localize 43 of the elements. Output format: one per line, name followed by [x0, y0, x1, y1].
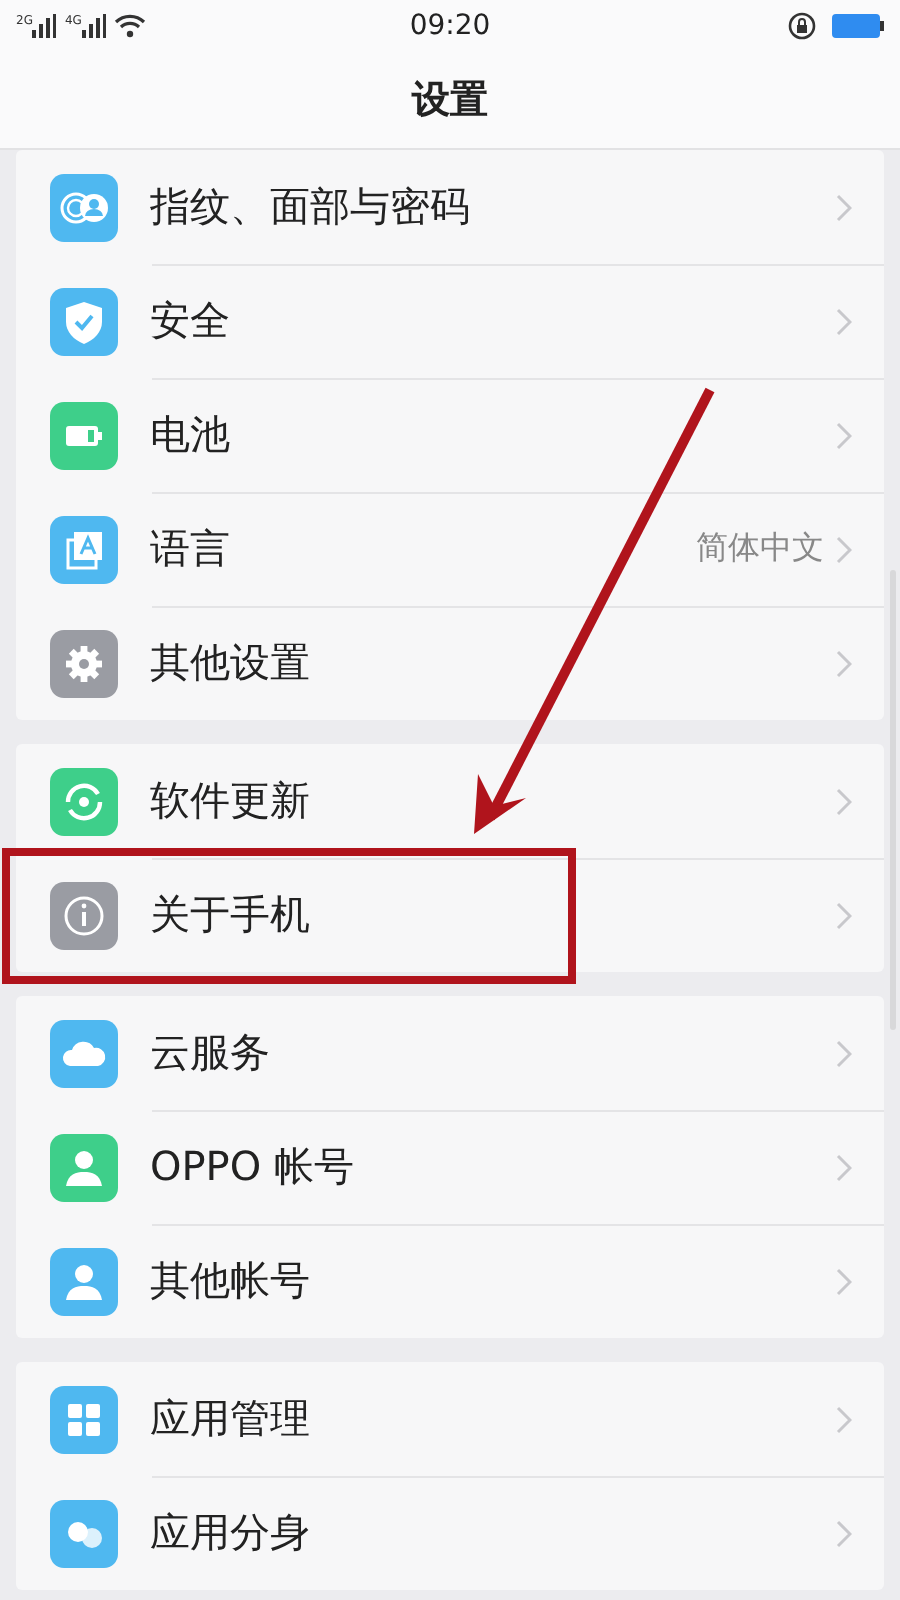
chevron-icon	[836, 307, 852, 335]
signal-icon	[81, 14, 106, 38]
settings-row[interactable]: 应用分身	[16, 1476, 884, 1590]
battery-icon	[831, 14, 884, 38]
chevron-icon	[836, 901, 852, 929]
signal-icon	[32, 14, 57, 38]
settings-row[interactable]: 语言 简体中文	[16, 492, 884, 606]
row-label: 电池	[150, 408, 232, 462]
row-label: 应用管理	[150, 1392, 312, 1446]
clock: 09:20	[409, 10, 491, 42]
settings-row[interactable]: 其他帐号	[16, 1224, 884, 1338]
settings-row[interactable]: 云服务	[16, 996, 884, 1110]
row-label: 语言	[150, 522, 232, 576]
row-label: 安全	[150, 294, 232, 348]
chevron-icon	[836, 1153, 852, 1181]
chevron-icon	[836, 421, 852, 449]
chevron-icon	[836, 193, 852, 221]
settings-row[interactable]: 电池	[16, 378, 884, 492]
row-label: 指纹、面部与密码	[150, 180, 472, 234]
chevron-icon	[836, 1405, 852, 1433]
chevron-icon	[836, 1039, 852, 1067]
rotation-lock-icon	[787, 12, 816, 40]
settings-row[interactable]: 应用管理	[16, 1362, 884, 1476]
chevron-icon	[836, 787, 852, 815]
chevron-icon	[836, 1267, 852, 1295]
settings-row[interactable]: OPPO 帐号	[16, 1110, 884, 1224]
wifi-icon	[113, 14, 146, 38]
chevron-icon	[836, 535, 852, 563]
chevron-icon	[836, 649, 852, 677]
settings-row[interactable]: 其他设置	[16, 606, 884, 720]
row-label: 其他帐号	[150, 1254, 312, 1308]
row-value: 简体中文	[696, 528, 824, 570]
settings-row[interactable]: 关于手机	[16, 858, 884, 972]
row-label: OPPO 帐号	[150, 1140, 356, 1194]
row-label: 其他设置	[150, 636, 312, 690]
row-label: 应用分身	[150, 1506, 312, 1560]
row-label: 软件更新	[150, 774, 312, 828]
settings-row[interactable]: 指纹、面部与密码	[16, 150, 884, 264]
settings-row[interactable]: 安全	[16, 264, 884, 378]
row-label: 关于手机	[150, 888, 312, 942]
row-label: 云服务	[150, 1026, 272, 1080]
page-title: 设置	[412, 76, 488, 126]
chevron-icon	[836, 1519, 852, 1547]
